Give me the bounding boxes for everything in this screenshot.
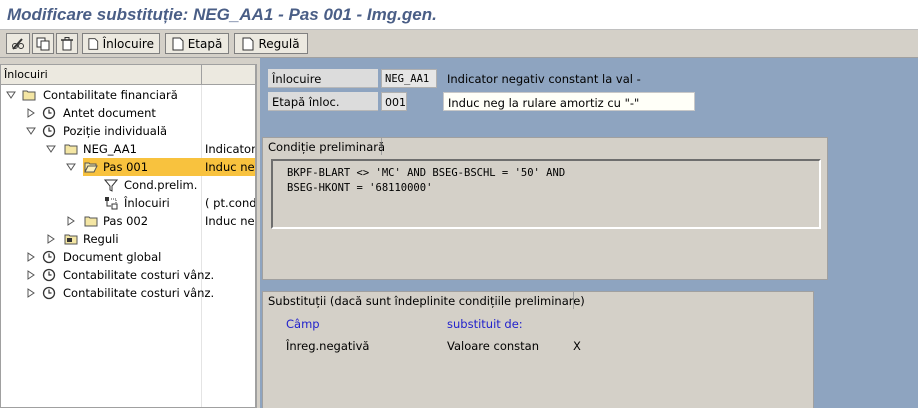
new-step-button[interactable]: Etapă — [165, 33, 229, 54]
inlocuire-label: Înlocuire — [268, 69, 378, 88]
tree-header: Înlocuiri — [1, 65, 255, 85]
application-toolbar: Înlocuire Etapă Regulă — [0, 30, 918, 58]
tree-node-inlocuiri[interactable]: Înlocuiri ( pt.condit — [1, 194, 256, 212]
collapse-icon[interactable] — [46, 144, 56, 154]
precondition-tab: Condiție preliminară — [262, 137, 385, 155]
clock-icon — [42, 124, 56, 138]
substitution-flag-cell: X — [573, 339, 581, 353]
detail-panel: Înlocuire NEG_AA1 Indicator negativ cons… — [260, 58, 918, 408]
clock-icon — [42, 106, 56, 120]
collapse-icon[interactable] — [6, 90, 16, 100]
tree-node-label: Contabilitate costuri vânz. — [63, 268, 215, 282]
substitution-tree: Înlocuiri Contabilitate financiară Antet… — [0, 64, 256, 408]
tree-node-description: Induc neg — [205, 160, 255, 174]
new-document-icon — [172, 37, 184, 50]
tree-node-label: Pas 001 — [103, 160, 149, 174]
step-description-input[interactable]: Induc neg la rulare amortiz cu "-" — [443, 92, 695, 111]
new-substitution-button[interactable]: Înlocuire — [82, 33, 160, 54]
etapa-label: Etapă înloc. — [268, 92, 378, 111]
tree-node-description: Indicator — [205, 142, 256, 156]
page-title: Modificare substituție: NEG_AA1 - Pas 00… — [7, 5, 437, 24]
tree-node-description: Induc neg — [205, 214, 255, 228]
new-step-label: Etapă — [187, 36, 223, 51]
tree-header-label: Înlocuiri — [4, 68, 48, 81]
tree-node-antet-document[interactable]: Antet document — [1, 104, 255, 122]
substitutions-tab: Substituții (dacă sunt îndeplinite condi… — [262, 291, 585, 309]
tree-node-label: Antet document — [63, 106, 156, 120]
substitution-field-cell: Înreg.negativă — [286, 339, 370, 353]
tree-node-label: Reguli — [83, 232, 119, 246]
substitution-description: Indicator negativ constant la val - — [447, 72, 641, 86]
precondition-editor[interactable]: BKPF-BLART <> 'MC' AND BSEG-BSCHL = '50'… — [271, 159, 821, 229]
substituted-by-column-header: substituit de: — [447, 317, 523, 331]
tree-node-document-global[interactable]: Document global — [1, 248, 255, 266]
expand-icon[interactable] — [26, 252, 36, 262]
open-folder-icon — [84, 162, 98, 173]
precondition-line-2: BSEG-HKONT = '68110000' — [287, 182, 433, 194]
expand-icon[interactable] — [26, 108, 36, 118]
filter-icon — [104, 179, 118, 192]
tree-node-contabilitate-costuri-2[interactable]: Contabilitate costuri vânz. — [1, 284, 255, 302]
folder-icon — [84, 216, 98, 227]
tree-node-pozitie-individuala[interactable]: Poziție individuală — [1, 122, 255, 140]
tree-node-contabilitate-financiara[interactable]: Contabilitate financiară — [1, 86, 255, 104]
tree-node-pas-001[interactable]: Pas 001 Induc neg — [1, 158, 255, 176]
new-rule-button[interactable]: Regulă — [234, 33, 308, 54]
substitution-method-cell: Valoare constan — [447, 339, 539, 353]
new-substitution-label: Înlocuire — [102, 36, 154, 51]
tree-node-label: Document global — [63, 250, 162, 264]
clock-icon — [42, 268, 56, 282]
precondition-group: Condiție preliminară BKPF-BLART <> 'MC' … — [262, 137, 828, 280]
expand-icon[interactable] — [26, 270, 36, 280]
tree-node-label: Pas 002 — [103, 214, 149, 228]
display-change-button[interactable] — [6, 33, 30, 54]
new-document-icon — [242, 37, 254, 50]
expand-icon[interactable] — [26, 288, 36, 298]
collapse-icon[interactable] — [66, 162, 76, 172]
tree-node-label: Contabilitate costuri vânz. — [63, 286, 215, 300]
step-number-field: 001 — [381, 92, 407, 111]
new-rule-label: Regulă — [258, 36, 300, 51]
rules-folder-icon — [64, 234, 78, 245]
column-separator[interactable] — [201, 65, 202, 85]
folder-icon — [64, 144, 78, 155]
expand-icon[interactable] — [46, 234, 56, 244]
substitution-icon — [105, 197, 118, 210]
tree-node-description: ( pt.condit — [205, 196, 256, 210]
clock-icon — [42, 286, 56, 300]
expand-icon[interactable] — [66, 216, 76, 226]
clock-icon — [42, 250, 56, 264]
substitution-id-field: NEG_AA1 — [381, 69, 437, 88]
tree-node-label: Poziție individuală — [63, 124, 168, 138]
tree-node-label: Cond.prelim. — [124, 178, 198, 192]
field-column-header: Câmp — [286, 317, 320, 331]
tree-node-contabilitate-costuri-1[interactable]: Contabilitate costuri vânz. — [1, 266, 255, 284]
tree-node-label: Contabilitate financiară — [43, 88, 178, 102]
new-document-icon — [88, 37, 99, 50]
pencil-glasses-icon — [12, 37, 24, 50]
tree-node-reguli[interactable]: Reguli — [1, 230, 255, 248]
tree-node-pas-002[interactable]: Pas 002 Induc neg — [1, 212, 255, 230]
delete-button[interactable] — [56, 33, 78, 54]
copy-icon — [36, 37, 50, 50]
collapse-icon[interactable] — [26, 126, 36, 136]
folder-icon — [22, 90, 36, 101]
tree-node-neg-aa1[interactable]: NEG_AA1 Indicator — [1, 140, 256, 158]
substitutions-group: Substituții (dacă sunt îndeplinite condi… — [262, 291, 814, 408]
precondition-line-1: BKPF-BLART <> 'MC' AND BSEG-BSCHL = '50'… — [287, 167, 566, 179]
tree-node-label: NEG_AA1 — [83, 142, 137, 156]
tree-node-cond-prelim[interactable]: Cond.prelim. — [1, 176, 255, 194]
title-bar: Modificare substituție: NEG_AA1 - Pas 00… — [0, 0, 918, 30]
tree-node-label: Înlocuiri — [124, 196, 170, 210]
trash-icon — [61, 36, 73, 50]
copy-button[interactable] — [32, 33, 54, 54]
